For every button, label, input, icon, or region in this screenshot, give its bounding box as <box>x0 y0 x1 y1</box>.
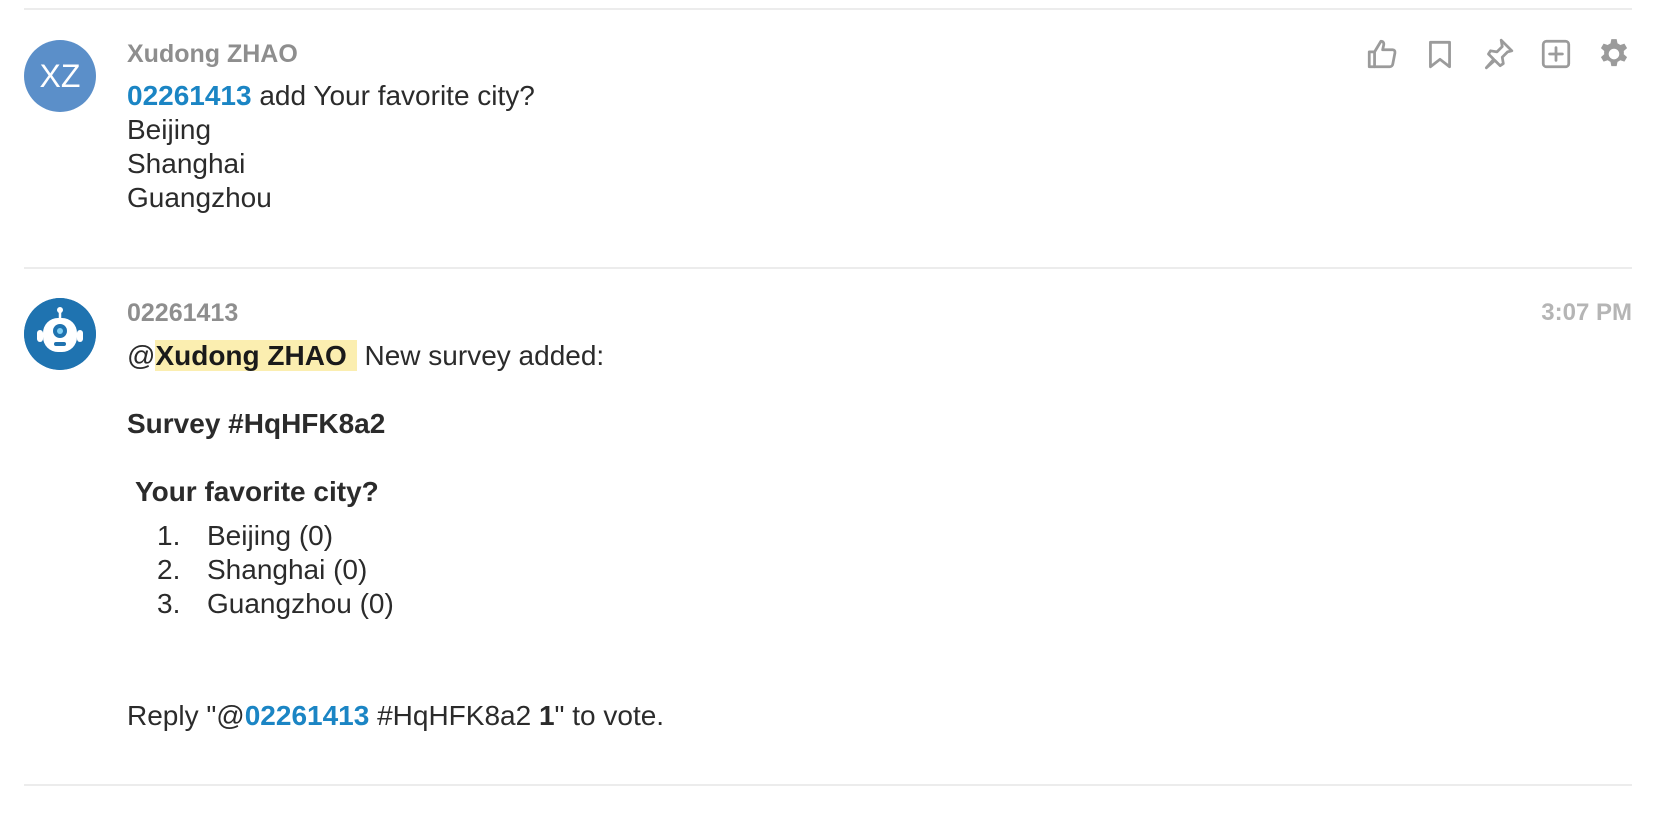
thumbs-up-icon[interactable] <box>1364 36 1400 72</box>
poll-option-label: Guangzhou (0) <box>207 588 394 619</box>
message-1: XZ Xudong ZHAO 02261413 add Your favorit… <box>0 0 1656 268</box>
user-mention-highlight[interactable]: Xudong ZHAO <box>155 340 357 371</box>
poll-option: 3. Guangzhou (0) <box>157 588 394 620</box>
message-actions <box>1364 36 1632 72</box>
poll-option: 2. Shanghai (0) <box>157 554 367 586</box>
mention-link[interactable]: 02261413 <box>245 700 370 731</box>
avatar[interactable]: XZ <box>24 40 96 112</box>
poll-option: 1. Beijing (0) <box>157 520 333 552</box>
message-author[interactable]: 02261413 <box>127 299 238 328</box>
bot-avatar[interactable] <box>24 298 96 370</box>
survey-title: Survey #HqHFK8a2 <box>127 408 386 439</box>
message-timestamp[interactable]: 3:07 PM <box>1541 299 1632 327</box>
mention-link[interactable]: 02261413 <box>127 80 252 111</box>
survey-command: 02261413 add Your favorite city? <box>127 80 535 112</box>
option-line: Beijing <box>127 114 212 145</box>
option-line: Guangzhou <box>127 182 272 213</box>
robot-icon <box>24 298 96 370</box>
poll-option-number: 2. <box>157 554 181 585</box>
command-text: add Your favorite city? <box>251 80 535 111</box>
survey-intro: @Xudong ZHAO New survey added: <box>127 340 604 372</box>
intro-text: New survey added: <box>364 340 605 371</box>
pin-icon[interactable] <box>1480 36 1516 72</box>
poll-option-number: 1. <box>157 520 181 551</box>
add-icon[interactable] <box>1538 36 1574 72</box>
vote-number: 1 <box>538 700 555 731</box>
reply-suffix: " to vote. <box>554 700 665 731</box>
message-divider <box>24 267 1632 269</box>
poll-option-number: 3. <box>157 588 181 619</box>
survey-question: Your favorite city? <box>135 476 379 507</box>
message-author[interactable]: Xudong ZHAO <box>127 40 298 69</box>
reply-middle: #HqHFK8a2 <box>369 700 539 731</box>
gear-icon[interactable] <box>1596 36 1632 72</box>
poll-option-label: Beijing (0) <box>207 520 334 551</box>
bottom-divider <box>24 784 1632 786</box>
bookmark-icon[interactable] <box>1422 36 1458 72</box>
option-line: Shanghai <box>127 148 246 179</box>
vote-instructions: Reply "@02261413 #HqHFK8a2 1" to vote. <box>127 700 664 732</box>
at-sign: @ <box>127 340 156 371</box>
reply-prefix: Reply "@ <box>127 700 245 731</box>
poll-option-label: Shanghai (0) <box>207 554 368 585</box>
